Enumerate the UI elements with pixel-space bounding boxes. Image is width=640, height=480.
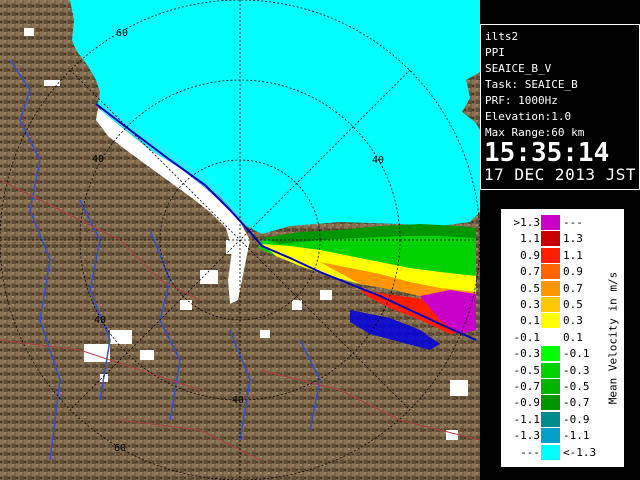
range-label-40-w: 40 bbox=[92, 154, 104, 165]
legend-upper-bound: -1.1 bbox=[563, 429, 590, 443]
legend-lower-bound: -0.7 bbox=[513, 380, 541, 393]
prf-value: PRF: 1000Hz bbox=[485, 94, 558, 107]
legend-color-swatch bbox=[541, 247, 560, 263]
range-label-60-nw: 60 bbox=[116, 28, 128, 39]
radar-info-panel: ilts2 PPI SEAICE_B_V Task: SEAICE_B PRF:… bbox=[480, 24, 640, 190]
site-name: ilts2 bbox=[485, 30, 519, 43]
range-label-40-ne: 40 bbox=[372, 155, 384, 166]
legend-upper-bound: 0.9 bbox=[563, 265, 583, 279]
display-mode: PPI bbox=[485, 46, 505, 59]
task-name: Task: SEAICE_B bbox=[485, 78, 578, 91]
legend-lower-bound: 1.1 bbox=[520, 232, 540, 246]
legend-lower-bound: --- bbox=[520, 445, 540, 459]
scan-time: 15:35:14 bbox=[484, 138, 610, 168]
legend-lower-bound: 0.3 bbox=[520, 298, 540, 311]
legend-lower-bound: -0.1 bbox=[513, 330, 541, 344]
legend-lower-bound: -0.9 bbox=[513, 396, 541, 410]
legend-color-swatch bbox=[541, 444, 560, 460]
elevation-value: Elevation:1.0 bbox=[485, 110, 572, 123]
legend-lower-bound: -1.1 bbox=[513, 412, 541, 426]
legend-color-swatch bbox=[541, 346, 560, 362]
legend-upper-bound: 1.1 bbox=[563, 248, 583, 262]
radar-image: 60 40 40 40 40 60 bbox=[0, 0, 480, 480]
legend-lower-bound: -0.5 bbox=[513, 363, 541, 377]
legend-upper-bound: 0.7 bbox=[563, 281, 583, 295]
velocity-legend: >1.3 --- 1.1 1.3 0.9 1.1 0.7 0.9 0.5 0.7 0.3 0.5 0.1… bbox=[500, 208, 625, 468]
radar-ppi-display: 60 40 40 40 40 60 bbox=[0, 0, 480, 480]
legend-upper-bound: 0.1 bbox=[563, 330, 583, 344]
legend-upper-bound: -0.9 bbox=[563, 412, 590, 426]
legend-lower-bound: >1.3 bbox=[513, 216, 541, 229]
legend-title-container: Mean Velocity in m/s bbox=[604, 209, 622, 467]
legend-color-swatch bbox=[541, 329, 560, 345]
legend-lower-bound: 0.9 bbox=[520, 248, 540, 262]
legend-color-swatch bbox=[541, 362, 560, 378]
legend-color-swatch bbox=[541, 231, 560, 247]
legend-color-swatch bbox=[541, 297, 560, 312]
legend-upper-bound: <-1.3 bbox=[563, 445, 597, 459]
legend-lower-bound: -1.3 bbox=[513, 429, 541, 443]
legend-upper-bound: -0.1 bbox=[563, 347, 590, 361]
legend-upper-bound: 0.3 bbox=[563, 314, 583, 328]
legend-color-swatch bbox=[541, 280, 560, 296]
legend-color-swatch bbox=[541, 264, 560, 280]
range-label-40-s: 40 bbox=[232, 395, 244, 406]
legend-title: Mean Velocity in m/s bbox=[606, 271, 620, 405]
legend-color-swatch bbox=[541, 215, 560, 230]
legend-upper-bound: -0.5 bbox=[563, 380, 590, 393]
legend-upper-bound: --- bbox=[563, 216, 583, 229]
legend-color-swatch bbox=[541, 395, 560, 411]
legend-upper-bound: -0.3 bbox=[563, 363, 590, 377]
range-label-60-sw: 60 bbox=[114, 443, 126, 454]
legend-color-swatch bbox=[541, 411, 560, 427]
legend-color-swatch bbox=[541, 313, 560, 329]
legend-color-swatch bbox=[541, 379, 560, 394]
product-name: SEAICE_B_V bbox=[485, 62, 552, 75]
legend-lower-bound: 0.7 bbox=[520, 265, 540, 279]
legend-lower-bound: 0.5 bbox=[520, 281, 540, 295]
legend-upper-bound: -0.7 bbox=[563, 396, 590, 410]
legend-color-swatch bbox=[541, 428, 560, 444]
legend-lower-bound: 0.1 bbox=[520, 314, 540, 328]
legend-upper-bound: 0.5 bbox=[563, 298, 583, 311]
legend-lower-bound: -0.3 bbox=[513, 347, 541, 361]
legend-upper-bound: 1.3 bbox=[563, 232, 583, 246]
range-label-40-sw: 40 bbox=[94, 315, 106, 326]
scan-date: 17 DEC 2013 JST bbox=[484, 165, 636, 184]
